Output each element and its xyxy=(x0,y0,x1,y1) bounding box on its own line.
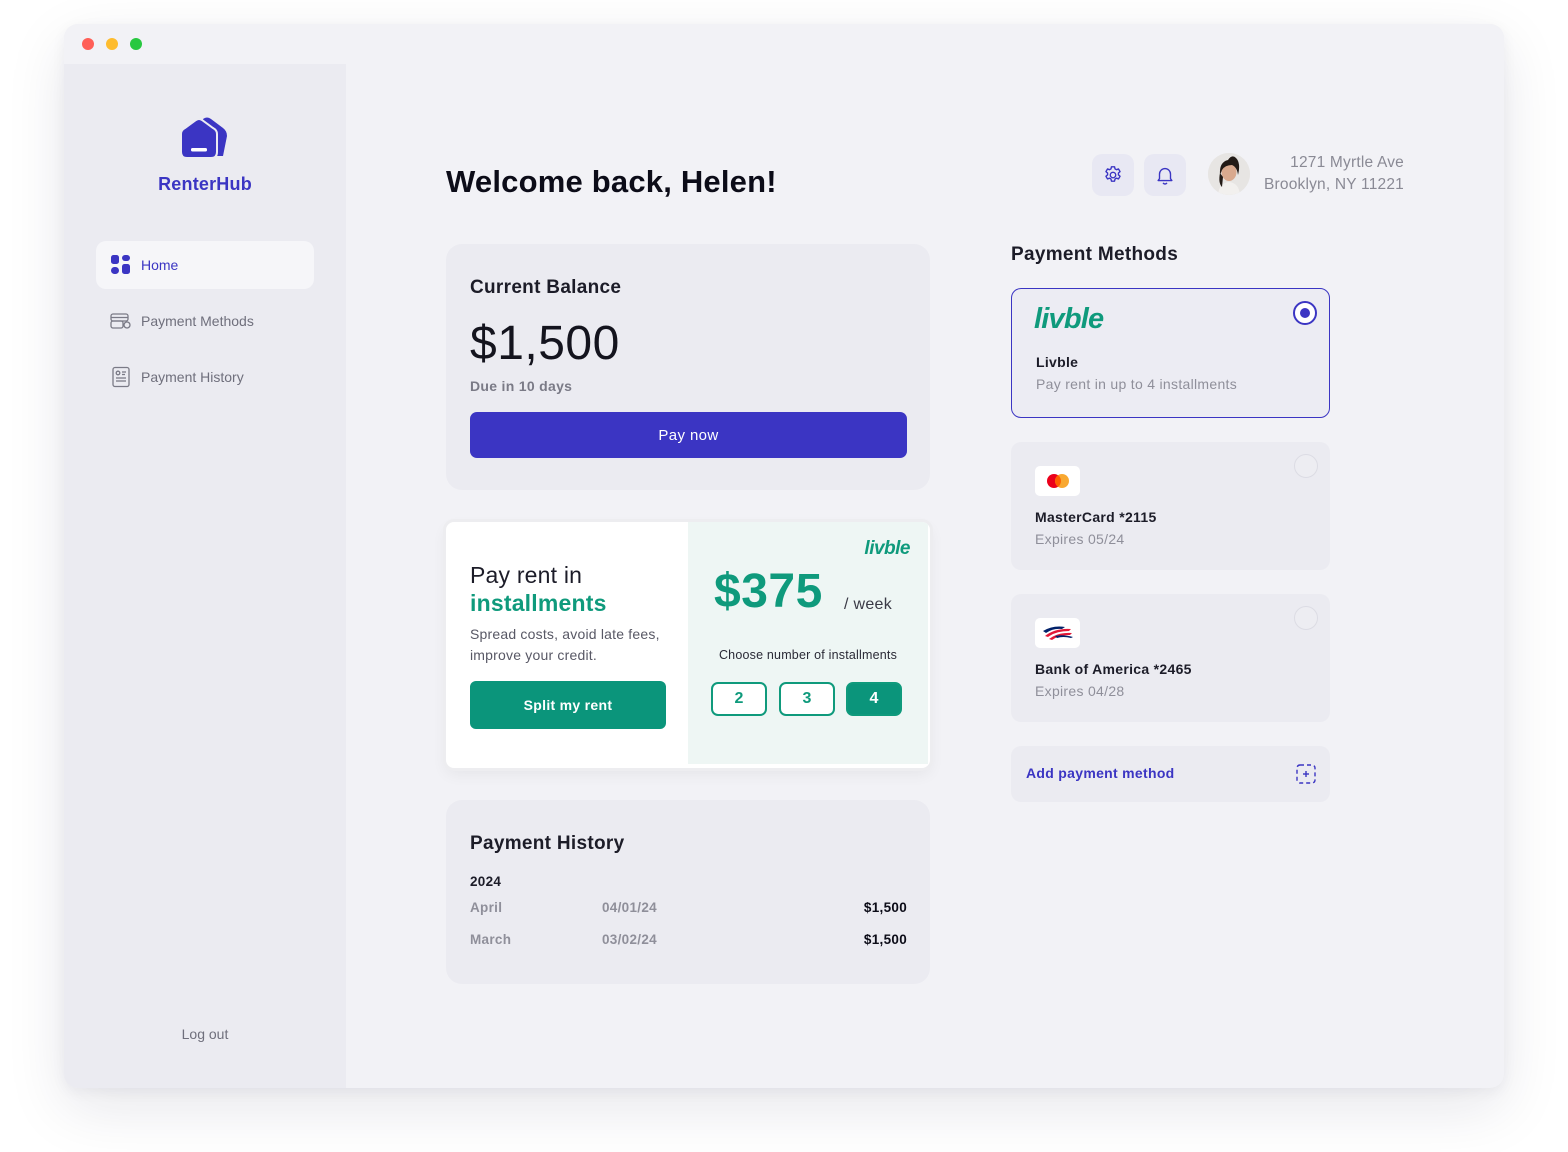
sidebar-item-label: Payment History xyxy=(141,369,244,385)
installments-description: Spread costs, avoid late fees, improve y… xyxy=(470,626,660,663)
choose-installments-label: Choose number of installments xyxy=(718,648,898,662)
payment-method-subtext: Expires 05/24 xyxy=(1035,531,1125,547)
history-year: 2024 xyxy=(470,874,502,889)
balance-title: Current Balance xyxy=(470,277,622,298)
installment-option-3[interactable]: 3 xyxy=(779,682,835,716)
sidebar: RenterHub Home Payment Methods Payment H… xyxy=(64,64,346,1088)
history-amount: $1,500 xyxy=(863,900,907,915)
minimize-window-button[interactable] xyxy=(106,38,118,50)
history-month: April xyxy=(470,900,503,915)
receipt-icon xyxy=(110,366,132,388)
sidebar-item-payment-methods[interactable]: Payment Methods xyxy=(96,297,314,345)
add-square-icon xyxy=(1296,764,1316,784)
brand-name: RenterHub xyxy=(158,174,252,194)
installment-option-4[interactable]: 4 xyxy=(846,682,902,716)
installments-card: Pay rent in installments Spread costs, a… xyxy=(446,522,930,768)
split-my-rent-button[interactable]: Split my rent xyxy=(470,681,666,729)
installment-option-2[interactable]: 2 xyxy=(711,682,767,716)
maximize-window-button[interactable] xyxy=(130,38,142,50)
payment-method-subtext: Expires 04/28 xyxy=(1035,683,1125,699)
installments-title: Pay rent in xyxy=(470,562,583,588)
payment-history-card: Payment History 2024 April 04/01/24 $1,5… xyxy=(446,800,930,984)
mastercard-icon xyxy=(1035,466,1080,496)
bank-of-america-icon xyxy=(1035,618,1080,648)
app-window: RenterHub Home Payment Methods Payment H… xyxy=(64,24,1504,1088)
address-block: 1271 Myrtle Ave Brooklyn, NY 11221 xyxy=(1264,152,1404,196)
sidebar-item-label: Payment Methods xyxy=(141,313,254,329)
livble-logo: livble xyxy=(1034,303,1104,335)
history-date: 04/01/24 xyxy=(602,900,657,915)
dashboard-icon xyxy=(110,254,132,276)
sidebar-item-home[interactable]: Home xyxy=(96,241,314,289)
table-row[interactable]: March 03/02/24 $1,500 xyxy=(470,932,907,954)
window-titlebar xyxy=(64,24,1504,64)
avatar[interactable] xyxy=(1208,153,1250,195)
installments-calculator: livble $375 / week Choose number of inst… xyxy=(688,522,928,764)
wallet-card-icon xyxy=(110,310,132,332)
radio-unselected[interactable] xyxy=(1294,454,1318,478)
payment-method-name: Bank of America *2465 xyxy=(1035,661,1192,677)
livble-logo: livble xyxy=(864,538,910,559)
notifications-button[interactable] xyxy=(1144,154,1186,196)
payment-method-mastercard[interactable]: MasterCard *2115 Expires 05/24 xyxy=(1011,442,1330,570)
installments-title-highlight: installments xyxy=(470,590,607,616)
table-row[interactable]: April 04/01/24 $1,500 xyxy=(470,900,907,922)
close-window-button[interactable] xyxy=(82,38,94,50)
sidebar-item-payment-history[interactable]: Payment History xyxy=(96,353,314,401)
history-month: March xyxy=(470,932,512,947)
address-line-2: Brooklyn, NY 11221 xyxy=(1263,176,1404,193)
logout-link[interactable]: Log out xyxy=(64,1026,346,1042)
payment-method-subtext: Pay rent in up to 4 installments xyxy=(1036,376,1238,392)
history-title: Payment History xyxy=(470,833,625,854)
pay-now-button[interactable]: Pay now xyxy=(470,412,907,458)
page-title: Welcome back, Helen! xyxy=(446,164,777,199)
history-amount: $1,500 xyxy=(863,932,907,947)
balance-amount: $1,500 xyxy=(470,317,620,370)
payment-method-bank-of-america[interactable]: Bank of America *2465 Expires 04/28 xyxy=(1011,594,1330,722)
radio-selected[interactable] xyxy=(1293,301,1317,325)
current-balance-card: Current Balance $1,500 Due in 10 days Pa… xyxy=(446,244,930,490)
user-avatar-icon xyxy=(1208,153,1250,195)
payment-method-name: MasterCard *2115 xyxy=(1035,509,1157,525)
bell-icon xyxy=(1157,167,1173,185)
renterhub-logo-icon xyxy=(180,117,227,159)
weekly-unit: / week xyxy=(844,596,893,613)
payment-methods-heading: Payment Methods xyxy=(1011,244,1179,265)
history-date: 03/02/24 xyxy=(602,932,657,947)
balance-due-text: Due in 10 days xyxy=(470,378,573,394)
payment-method-livble[interactable]: livble Livble Pay rent in up to 4 instal… xyxy=(1011,288,1330,418)
settings-button[interactable] xyxy=(1092,154,1134,196)
add-payment-method-button[interactable]: Add payment method xyxy=(1011,746,1330,802)
gear-icon xyxy=(1105,166,1121,182)
sidebar-item-label: Home xyxy=(141,257,179,273)
add-payment-method-label: Add payment method xyxy=(1026,765,1175,781)
weekly-amount: $375 xyxy=(714,565,823,618)
address-line-1: 1271 Myrtle Ave xyxy=(1290,154,1404,171)
payment-method-name: Livble xyxy=(1036,354,1079,370)
radio-unselected[interactable] xyxy=(1294,606,1318,630)
